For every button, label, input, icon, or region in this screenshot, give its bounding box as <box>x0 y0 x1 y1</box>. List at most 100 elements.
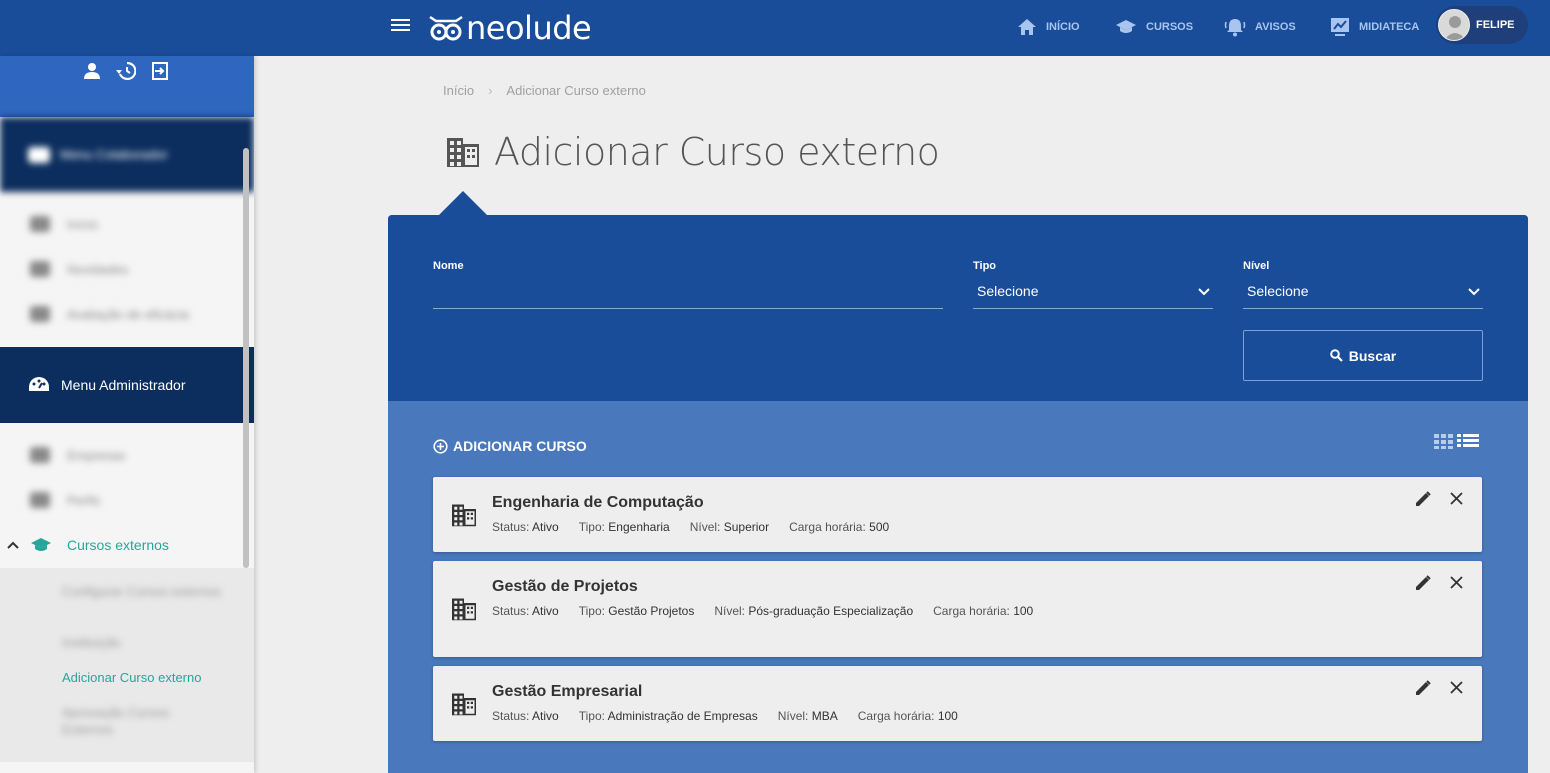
nome-input[interactable] <box>433 281 943 307</box>
sidebar-subitem-instituicao[interactable]: Instituição <box>62 634 222 651</box>
evaluation-icon <box>30 306 50 322</box>
sidebar-subitem-adicionar[interactable]: Adicionar Curso externo <box>62 669 232 686</box>
nivel-select[interactable]: Selecione <box>1243 279 1483 309</box>
chevron-down-icon <box>1468 288 1480 296</box>
menu-colaborador-label: Menu Colaborador <box>60 147 168 162</box>
sidebar-item-perfis[interactable]: Perfis <box>0 480 240 520</box>
menu-administrador-label: Menu Administrador <box>61 377 186 393</box>
carga-value: 100 <box>1013 604 1034 618</box>
course-meta: Status: Ativo Tipo: Engenharia Nível: Supe… <box>492 517 889 538</box>
carga-label: Carga horária: <box>789 520 866 534</box>
status-label: Status: <box>492 520 530 534</box>
home-icon <box>1018 19 1036 35</box>
list-view-icon[interactable] <box>1457 433 1479 449</box>
panel-pointer <box>439 191 487 215</box>
sidebar-item-label: Início <box>67 216 99 232</box>
edit-pencil-icon[interactable] <box>1415 575 1431 591</box>
sidebar-subitem-aprovacao[interactable]: Aprovação Cursos Externos <box>62 704 222 738</box>
building-icon <box>452 598 476 621</box>
nivel-label: Nível <box>1243 260 1270 272</box>
chevron-down-icon <box>1198 288 1210 296</box>
breadcrumb-home[interactable]: Início <box>443 83 474 98</box>
sidebar-item-label: Empresas <box>67 447 126 463</box>
grid-view-icon[interactable] <box>1434 433 1454 449</box>
logout-icon[interactable] <box>151 62 169 80</box>
breadcrumb-separator: › <box>488 83 493 98</box>
avatar <box>1438 9 1470 41</box>
nav-midiateca-label: MIDIATECA <box>1359 21 1420 33</box>
nav-inicio[interactable]: INÍCIO <box>1017 14 1080 40</box>
status-value: Ativo <box>532 520 559 534</box>
page-title: Adicionar Curso externo <box>446 130 940 174</box>
carga-label: Carga horária: <box>933 604 1010 618</box>
sidebar-item-label: Perfis <box>67 492 101 508</box>
dashboard-gauge-icon <box>29 377 49 391</box>
page-title-text: Adicionar Curso externo <box>494 130 940 174</box>
nome-underline <box>433 308 943 309</box>
sidebar-scrollbar[interactable] <box>243 148 249 568</box>
course-card[interactable]: Engenharia de Computação Status: Ativo Ti… <box>433 477 1482 552</box>
user-icon[interactable] <box>83 62 101 80</box>
menu-administrador-section[interactable]: Menu Administrador <box>0 347 254 423</box>
search-button[interactable]: Buscar <box>1243 330 1483 381</box>
user-menu[interactable]: FELIPE <box>1436 6 1528 44</box>
nome-label: Nome <box>433 260 464 272</box>
sidebar-item-avaliacao[interactable]: Avaliação de eficácia <box>0 294 240 334</box>
breadcrumb: Início › Adicionar Curso externo <box>443 83 646 98</box>
edit-pencil-icon[interactable] <box>1415 680 1431 696</box>
nav-cursos-label: CURSOS <box>1146 21 1194 33</box>
carga-label: Carga horária: <box>857 709 935 723</box>
tipo-value: Administração de Empresas <box>607 709 758 723</box>
carga-value: 100 <box>937 709 958 723</box>
history-icon[interactable] <box>116 62 136 80</box>
nav-cursos[interactable]: CURSOS <box>1115 14 1193 40</box>
course-name: Gestão Empresarial <box>492 683 643 700</box>
graduation-cap-icon <box>1116 20 1136 33</box>
course-name: Gestão de Projetos <box>492 578 638 595</box>
tipo-label: Tipo <box>973 260 997 272</box>
graduation-cap-icon <box>31 538 51 551</box>
plus-circle-icon <box>433 438 448 454</box>
profile-icon <box>30 492 50 508</box>
nivel-value: Superior <box>723 520 770 534</box>
menu-colaborador-section[interactable]: Menu Colaborador <box>0 117 254 192</box>
sidebar-item-inicio[interactable]: Início <box>0 204 240 244</box>
owl-logo-icon <box>429 15 463 41</box>
course-card[interactable]: Gestão Empresarial Status: Ativo Tipo: Ad… <box>433 666 1482 741</box>
logo-text: neolude <box>466 9 592 47</box>
tipo-label: Tipo: <box>578 709 605 723</box>
sidebar-item-label: Avaliação de eficácia <box>67 306 189 322</box>
sidebar-item-label: Cursos externos <box>67 537 169 553</box>
nivel-label: Nível: <box>777 709 809 723</box>
sidebar: Menu Colaborador Início Novidades Avalia… <box>0 56 254 773</box>
course-card[interactable]: Gestão de Projetos Status: Ativo Tipo: Ge… <box>433 561 1482 657</box>
edit-pencil-icon[interactable] <box>1415 491 1431 507</box>
course-name: Engenharia de Computação <box>492 494 704 511</box>
breadcrumb-current: Adicionar Curso externo <box>506 83 646 98</box>
sidebar-subitem-configurar[interactable]: Configurar Cursos externos <box>62 583 222 600</box>
tipo-value: Engenharia <box>608 520 670 534</box>
add-course-label: ADICIONAR CURSO <box>453 438 587 454</box>
hamburger-menu-icon[interactable] <box>391 19 410 35</box>
search-icon <box>1329 349 1343 362</box>
nav-inicio-label: INÍCIO <box>1046 21 1080 33</box>
company-icon <box>30 447 50 463</box>
add-course-button[interactable]: ADICIONAR CURSO <box>433 438 587 454</box>
sidebar-item-novidades[interactable]: Novidades <box>0 249 240 289</box>
status-label: Status: <box>492 709 530 723</box>
nivel-select-value: Selecione <box>1247 283 1309 299</box>
building-icon <box>452 693 476 716</box>
sidebar-item-empresas[interactable]: Empresas <box>0 435 240 475</box>
nav-avisos-label: AVISOS <box>1255 21 1296 33</box>
sidebar-top <box>0 56 254 117</box>
close-icon[interactable] <box>1450 492 1463 505</box>
sidebar-item-cursos-externos[interactable]: Cursos externos <box>0 525 240 565</box>
close-icon[interactable] <box>1450 681 1463 694</box>
close-icon[interactable] <box>1450 576 1463 589</box>
logo[interactable]: neolude <box>428 9 592 47</box>
nav-midiateca[interactable]: MIDIATECA <box>1330 14 1419 40</box>
tipo-select[interactable]: Selecione <box>973 279 1213 309</box>
media-library-icon <box>1331 18 1349 36</box>
building-icon <box>452 504 476 527</box>
nav-avisos[interactable]: AVISOS <box>1224 14 1296 40</box>
